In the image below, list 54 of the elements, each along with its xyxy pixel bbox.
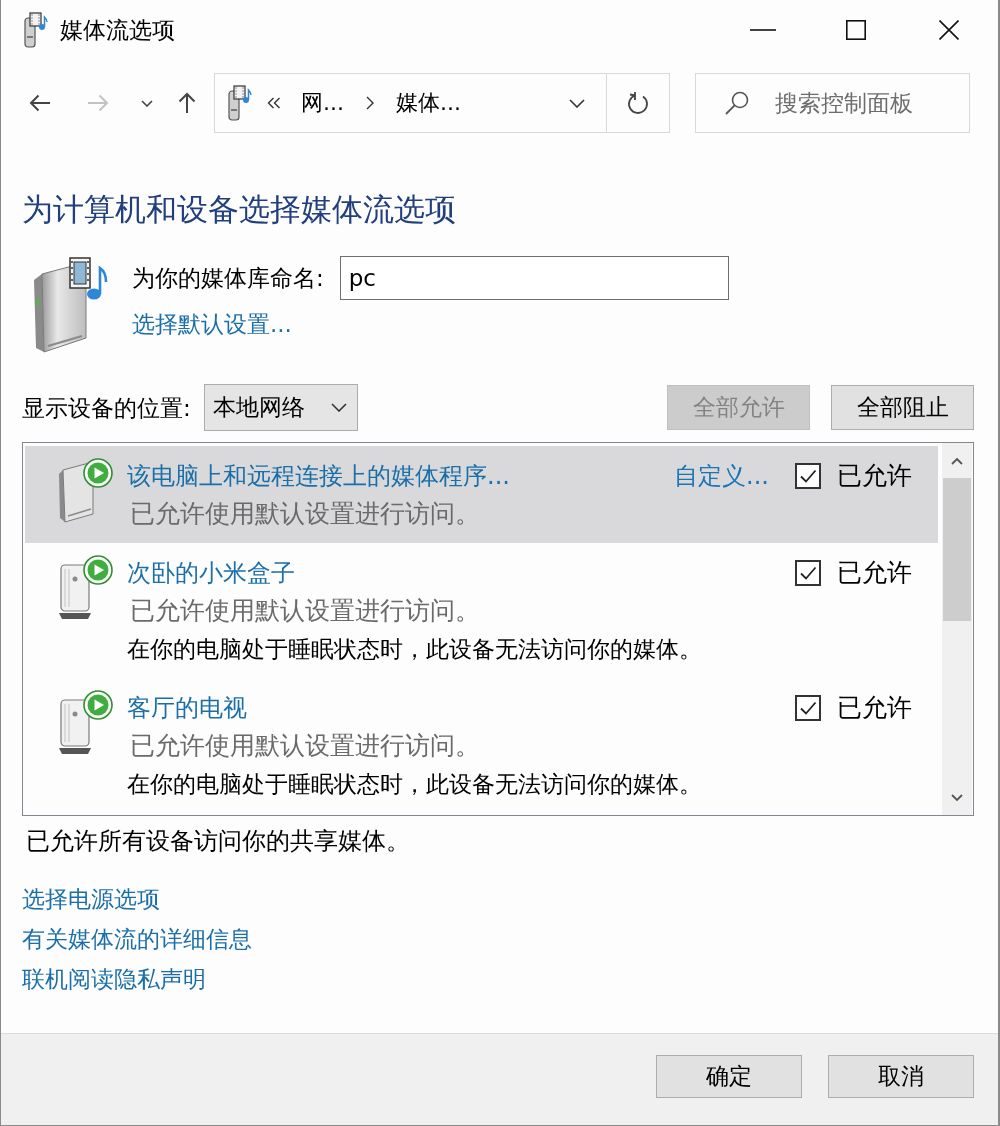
search-icon: [725, 91, 749, 115]
help-link[interactable]: 联机阅读隐私声明: [22, 959, 206, 999]
library-name-field[interactable]: pc: [339, 256, 729, 300]
caret-icon: [330, 403, 347, 412]
close-icon: [939, 20, 959, 40]
customize-link[interactable]: 自定义...: [674, 460, 769, 492]
sleep-warning-text: 在你的电脑处于睡眠状态时，此设备无法访问你的媒体。: [127, 635, 702, 664]
media-app-icon: [22, 12, 48, 48]
chevron-icon[interactable]: [366, 96, 374, 110]
back-arrow-icon: [29, 94, 51, 112]
search-field[interactable]: 搜索控制面板: [695, 73, 970, 133]
help-link[interactable]: 选择电源选项: [22, 879, 160, 919]
access-status-text: 已允许使用默认设置进行访问。: [130, 730, 480, 762]
device-row[interactable]: 次卧的小米盒子 已允许 已允许使用默认设置进行访问。 在你的电脑处于睡眠状态时，此设备无法访问你的媒体。: [25, 543, 938, 678]
breadcrumb[interactable]: 媒体...: [396, 88, 461, 118]
page-heading: 为计算机和设备选择媒体流选项: [22, 190, 457, 229]
action-button[interactable]: 全部阻止: [831, 385, 974, 430]
media-app-icon: [226, 85, 252, 121]
refresh-icon: [627, 91, 649, 115]
caret-icon: [141, 99, 153, 107]
checkbox-label: 已允许: [837, 557, 912, 589]
scroll-down-icon[interactable]: [951, 793, 963, 802]
default-settings-link[interactable]: 选择默认设置...: [132, 308, 292, 340]
scroll-up-icon[interactable]: [951, 456, 963, 465]
scrollbar-thumb[interactable]: [943, 478, 971, 621]
maximize-icon: [846, 20, 866, 40]
forward-arrow-icon: [87, 94, 109, 112]
caret-icon[interactable]: [569, 98, 585, 108]
device-name-link[interactable]: 次卧的小米盒子: [127, 557, 295, 589]
allow-checkbox[interactable]: [795, 463, 821, 489]
sharing-summary-text: 已允许所有设备访问你的共享媒体。: [26, 826, 411, 857]
up-arrow-icon: [178, 92, 196, 114]
location-label: 显示设备的位置:: [22, 393, 191, 423]
minimize-icon: [750, 29, 776, 31]
help-link[interactable]: 有关媒体流的详细信息: [22, 919, 252, 959]
double-chevron-icon[interactable]: [267, 97, 281, 109]
device-row[interactable]: 该电脑上和远程连接上的媒体程序... 自定义... 已允许 已允许使用默认设置进行访问。: [25, 446, 938, 543]
dialog-button[interactable]: 取消: [828, 1055, 974, 1098]
device-row[interactable]: 客厅的电视 已允许 已允许使用默认设置进行访问。 在你的电脑处于睡眠状态时，此设备无法访问你的媒体。: [25, 678, 938, 813]
location-dropdown[interactable]: 本地网络: [203, 384, 358, 431]
device-name-link[interactable]: 该电脑上和远程连接上的媒体程序...: [127, 460, 510, 492]
access-status-text: 已允许使用默认设置进行访问。: [130, 498, 480, 530]
window-title: 媒体流选项: [60, 16, 175, 45]
library-name-label: 为你的媒体库命名:: [132, 264, 324, 293]
allow-checkbox[interactable]: [795, 560, 821, 586]
checkbox-label: 已允许: [837, 692, 912, 724]
dialog-button[interactable]: 确定: [656, 1055, 802, 1098]
sleep-warning-text: 在你的电脑处于睡眠状态时，此设备无法访问你的媒体。: [127, 770, 702, 799]
address-bar[interactable]: 网... 媒体...: [214, 73, 670, 133]
allow-checkbox[interactable]: [795, 695, 821, 721]
breadcrumb[interactable]: 网...: [301, 88, 344, 118]
access-status-text: 已允许使用默认设置进行访问。: [130, 595, 480, 627]
checkbox-label: 已允许: [837, 460, 912, 492]
device-name-link[interactable]: 客厅的电视: [127, 692, 247, 724]
